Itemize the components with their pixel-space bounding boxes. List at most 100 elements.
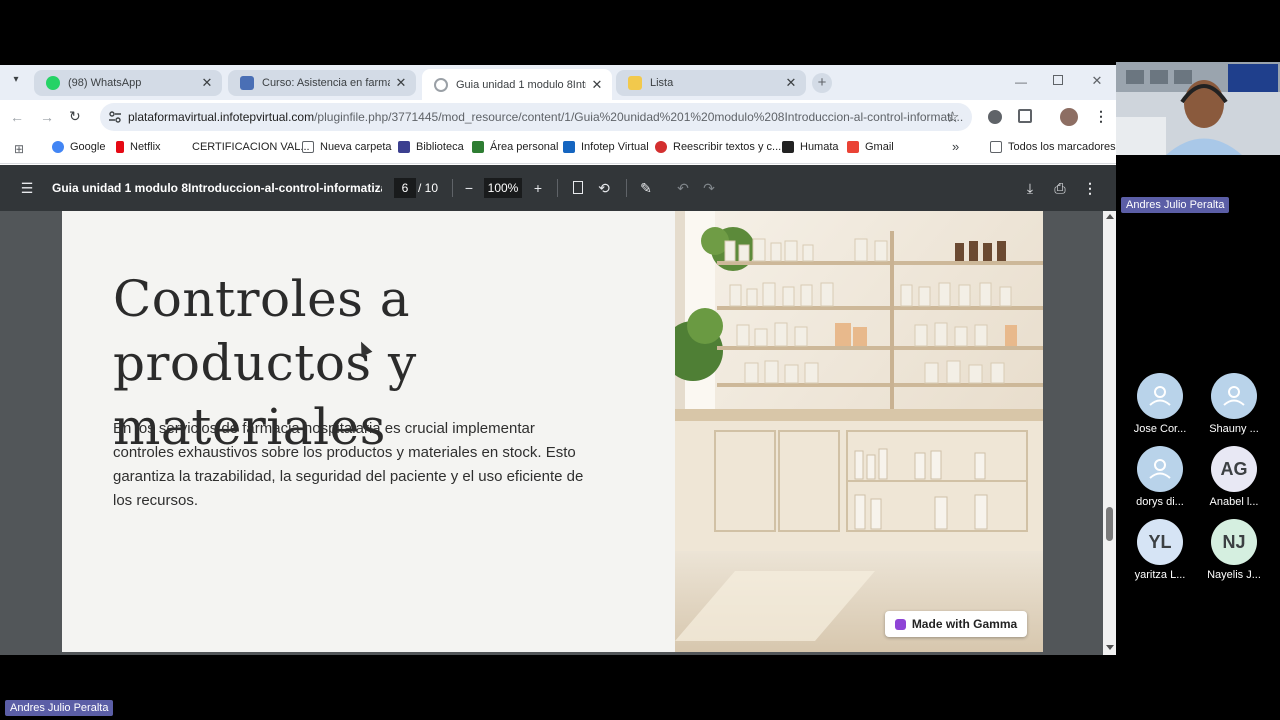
bookmark-label: Humata bbox=[800, 141, 839, 153]
tab-strip: ▾ (98) WhatsApp ✕ Curso: Asistencia en f… bbox=[0, 65, 1116, 100]
bookmark-humata[interactable]: Humata bbox=[782, 141, 839, 153]
bookmark-star-icon[interactable]: ☆ bbox=[946, 108, 959, 126]
participant-tile[interactable]: dorys di... bbox=[1122, 446, 1198, 508]
zoom-out-icon[interactable]: − bbox=[460, 179, 478, 197]
back-icon[interactable]: ← bbox=[10, 109, 26, 125]
scroll-up-arrow[interactable] bbox=[1106, 214, 1114, 219]
bookmark-label: Reescribir textos y c... bbox=[673, 141, 782, 153]
close-tab-icon[interactable]: ✕ bbox=[394, 75, 408, 91]
course-icon bbox=[240, 76, 254, 90]
new-tab-button[interactable]: + bbox=[812, 73, 832, 93]
download-icon[interactable]: ⤓ bbox=[1021, 179, 1039, 197]
bookmark-label: Google bbox=[70, 141, 106, 153]
tab-guia-pdf[interactable]: Guia unidad 1 modulo 8Introdu ✕ bbox=[422, 69, 612, 100]
tab-course[interactable]: Curso: Asistencia en farmacia A ✕ bbox=[228, 70, 416, 96]
bookmark-google[interactable]: Google bbox=[52, 141, 105, 153]
fit-page-icon[interactable] bbox=[569, 179, 587, 197]
page-total: / 10 bbox=[418, 181, 439, 195]
bookmark-certificacion[interactable]: CERTIFICACION VAL... bbox=[192, 141, 310, 153]
undo-icon[interactable]: ↶ bbox=[674, 179, 692, 197]
toolbar-divider bbox=[626, 179, 627, 197]
bookmark-infotep-virtual[interactable]: Infotep Virtual bbox=[563, 141, 649, 153]
address-bar[interactable]: plataformavirtual.infotepvirtual.com/plu… bbox=[100, 103, 972, 131]
tab-lista[interactable]: Lista ✕ bbox=[616, 70, 806, 96]
made-with-gamma-badge[interactable]: Made with Gamma bbox=[885, 611, 1027, 637]
participant-tile[interactable]: Jose Cor... bbox=[1122, 373, 1198, 435]
humata-icon bbox=[782, 141, 794, 153]
zoom-input[interactable]: 100% bbox=[484, 178, 522, 198]
gamma-badge-label: Made with Gamma bbox=[911, 617, 1018, 631]
minimize-button[interactable]: — bbox=[1014, 75, 1028, 89]
bookmark-label: Infotep Virtual bbox=[581, 141, 649, 153]
close-tab-icon[interactable]: ✕ bbox=[200, 75, 214, 91]
default-avatar-icon bbox=[1211, 373, 1257, 419]
pdf-title: Guia unidad 1 modulo 8Introduccion-al-co… bbox=[52, 181, 382, 195]
more-options-icon[interactable]: ⋮ bbox=[1081, 179, 1099, 197]
menu-icon[interactable]: ☰ bbox=[18, 179, 36, 197]
participant-name: yaritza L... bbox=[1134, 569, 1186, 581]
forward-icon[interactable]: → bbox=[40, 109, 56, 125]
bookmark-label: Todos los marcadores bbox=[1008, 141, 1116, 153]
toolbar-divider bbox=[452, 179, 453, 197]
bookmark-reescribir[interactable]: Reescribir textos y c... bbox=[655, 141, 781, 153]
tab-search-button[interactable]: ▾ bbox=[8, 74, 24, 90]
redo-icon[interactable]: ↷ bbox=[700, 179, 718, 197]
close-tab-icon[interactable]: ✕ bbox=[784, 75, 798, 91]
slide-body-text: En los servicios de farmacia hospitalari… bbox=[113, 420, 584, 509]
scroll-down-arrow[interactable] bbox=[1106, 645, 1114, 650]
close-window-button[interactable]: ✕ bbox=[1090, 73, 1104, 88]
bookmark-label: Gmail bbox=[865, 141, 894, 153]
print-icon[interactable]: ⎙ bbox=[1051, 179, 1069, 197]
presenter-video[interactable] bbox=[1116, 62, 1280, 155]
bookmark-nueva-carpeta[interactable]: Nueva carpeta bbox=[302, 141, 392, 153]
tab-whatsapp[interactable]: (98) WhatsApp ✕ bbox=[34, 70, 222, 96]
rotate-icon[interactable]: ⟲ bbox=[595, 179, 613, 197]
google-icon bbox=[52, 141, 64, 153]
gamma-logo-icon bbox=[894, 618, 906, 630]
participant-name: Jose Cor... bbox=[1133, 423, 1187, 435]
rewrite-icon bbox=[655, 141, 667, 153]
extensions-icon[interactable] bbox=[1018, 109, 1032, 123]
annotate-icon[interactable]: ✎ bbox=[637, 179, 655, 197]
more-bookmarks-icon[interactable]: » bbox=[952, 139, 959, 154]
zoom-in-icon[interactable]: + bbox=[529, 179, 547, 197]
google-lens-icon[interactable] bbox=[988, 110, 1002, 124]
infotep-icon bbox=[563, 141, 575, 153]
toolbar-divider bbox=[557, 179, 558, 197]
apps-icon[interactable]: ⊞ bbox=[14, 142, 24, 156]
bookmark-area-personal[interactable]: Área personal bbox=[472, 141, 559, 153]
participant-name: dorys di... bbox=[1136, 496, 1184, 508]
bookmark-label: Nueva carpeta bbox=[320, 141, 392, 153]
pdf-scrollbar[interactable] bbox=[1103, 211, 1116, 655]
folder-icon bbox=[302, 141, 314, 153]
pdf-toolbar: ☰ Guia unidad 1 modulo 8Introduccion-al-… bbox=[0, 165, 1116, 211]
globe-icon bbox=[434, 77, 448, 92]
pharmacy-shelves-image bbox=[675, 211, 1043, 652]
url-host: plataformavirtual.infotepvirtual.com bbox=[128, 110, 315, 124]
bookmark-biblioteca[interactable]: Biblioteca bbox=[398, 141, 464, 153]
scrollbar-thumb[interactable] bbox=[1106, 507, 1113, 541]
participant-name: Anabel l... bbox=[1209, 496, 1259, 508]
browser-toolbar: ← → ↻ plataformavirtual.infotepvirtual.c… bbox=[0, 100, 1116, 134]
page-number-input[interactable]: 6 bbox=[394, 178, 416, 198]
bookmark-netflix[interactable]: Netflix bbox=[116, 141, 161, 153]
participant-tile[interactable]: NJ Nayelis J... bbox=[1196, 519, 1272, 581]
site-info-icon[interactable] bbox=[108, 110, 122, 124]
maximize-button[interactable] bbox=[1053, 75, 1063, 85]
bookmarks-bar: ⊞ Google Netflix CERTIFICACION VAL... Nu… bbox=[0, 134, 1116, 164]
folder-icon bbox=[990, 141, 1002, 153]
profile-avatar[interactable] bbox=[1060, 108, 1078, 126]
moodle-icon bbox=[472, 141, 484, 153]
all-bookmarks-button[interactable]: Todos los marcadores bbox=[990, 141, 1116, 153]
bookmark-gmail[interactable]: Gmail bbox=[847, 141, 894, 153]
close-tab-icon[interactable]: ✕ bbox=[590, 77, 604, 93]
reload-icon[interactable]: ↻ bbox=[69, 108, 85, 124]
participant-tile[interactable]: Shauny ... bbox=[1196, 373, 1272, 435]
tab-title: Lista bbox=[650, 77, 674, 89]
browser-window: ▾ (98) WhatsApp ✕ Curso: Asistencia en f… bbox=[0, 65, 1116, 655]
participant-tile[interactable]: AG Anabel l... bbox=[1196, 446, 1272, 508]
participant-tile[interactable]: YL yaritza L... bbox=[1122, 519, 1198, 581]
tab-title: (98) WhatsApp bbox=[68, 77, 142, 89]
bookmark-label: CERTIFICACION VAL... bbox=[192, 141, 310, 153]
browser-menu-icon[interactable]: ⋮ bbox=[1094, 108, 1108, 125]
